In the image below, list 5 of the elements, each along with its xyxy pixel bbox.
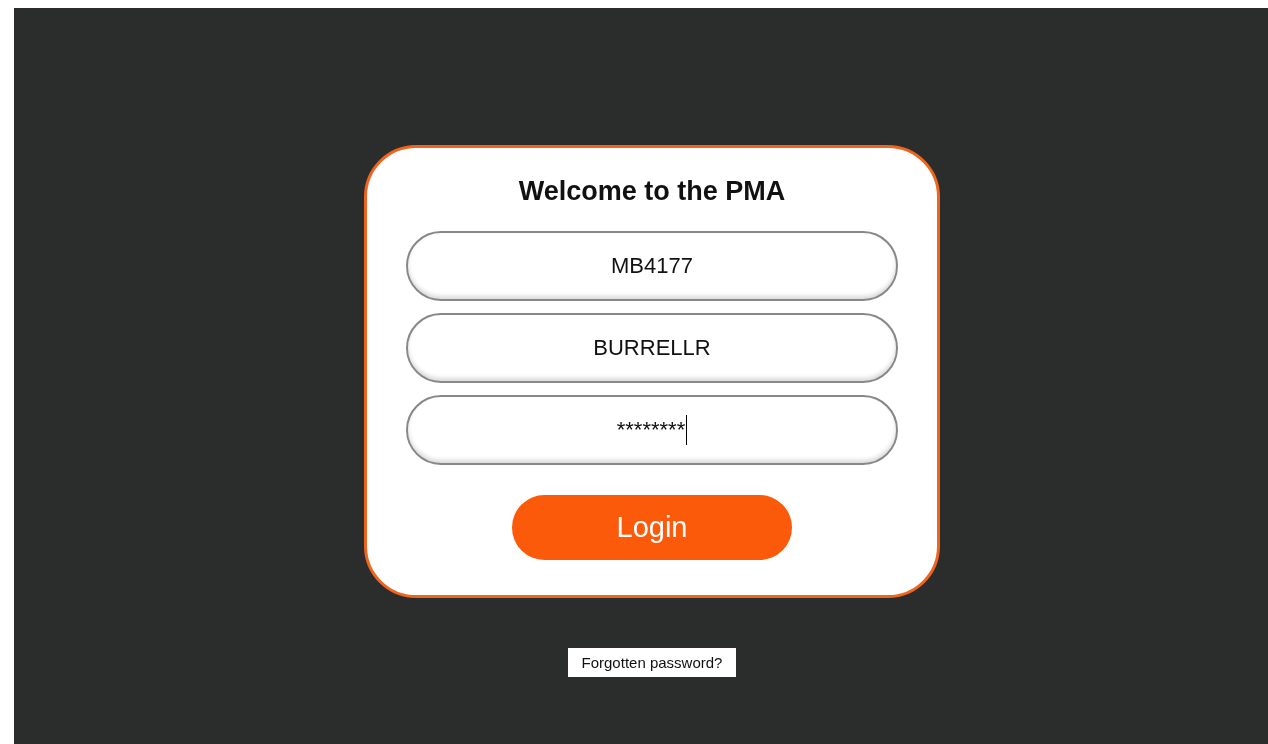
input-field[interactable]: BURRELLR bbox=[406, 313, 898, 383]
input-field[interactable]: ******** bbox=[406, 395, 898, 465]
card-title: Welcome to the PMA bbox=[518, 176, 786, 207]
forgotten-password-link[interactable]: Forgotten password? bbox=[567, 648, 737, 677]
input-field[interactable]: MB4177 bbox=[406, 231, 898, 301]
